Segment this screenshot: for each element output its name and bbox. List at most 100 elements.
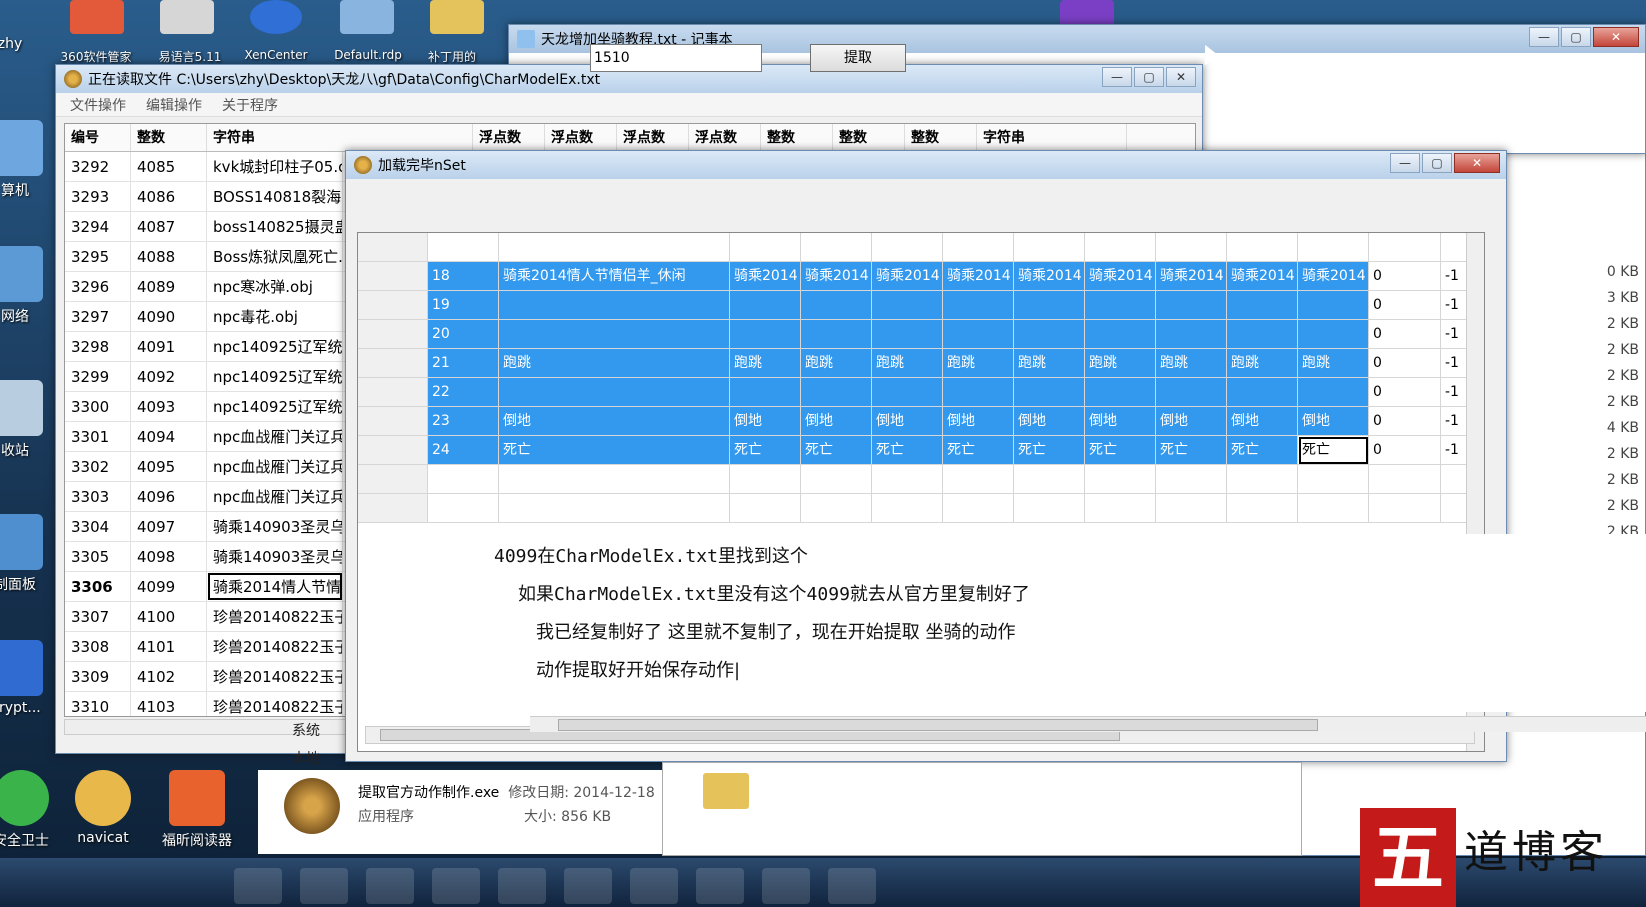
cell-action[interactable] [1085,378,1156,407]
cell-action[interactable]: 倒地 [943,407,1014,436]
taskbar-app-icon[interactable] [234,868,282,904]
cell-action[interactable]: 骑乘2014 [872,262,943,291]
cell-action[interactable]: 死亡 [1298,436,1369,465]
cell-index[interactable]: 23 [428,407,499,436]
taskbar-app-icon[interactable] [498,868,546,904]
minimize-button[interactable]: — [1390,153,1420,173]
action-row[interactable]: 24 死亡 死亡 死亡 死亡 死亡 死亡 死亡 死亡 死亡 死亡 0 -1 [358,436,1484,465]
cell-action-name[interactable]: 跑跳 [499,349,730,378]
cell-action[interactable] [943,378,1014,407]
cell-action[interactable] [1156,378,1227,407]
cell-string[interactable]: 骑乘140903圣灵乌骓 [207,542,343,571]
cell-id[interactable]: 3295 [65,242,131,271]
cell-id[interactable]: 3302 [65,452,131,481]
cell-string[interactable]: npc毒花.obj [207,302,343,331]
desktop-label-xencenter[interactable]: XenCenter [234,48,318,62]
cell-action[interactable] [801,320,872,349]
cell-action[interactable]: 跑跳 [943,349,1014,378]
cell-action[interactable]: 倒地 [1014,407,1085,436]
cell-action[interactable] [801,291,872,320]
cell-string[interactable]: boss140825摄灵蛊 [207,212,343,241]
cell-id[interactable]: 3309 [65,662,131,691]
cell-string[interactable]: 珍兽20140822玉子金 [207,662,343,691]
menu-file[interactable]: 文件操作 [70,95,126,115]
taskbar-app-icon[interactable] [564,868,612,904]
cell-action[interactable] [872,291,943,320]
cell-id[interactable]: 3299 [65,362,131,391]
cell-action[interactable]: 倒地 [730,407,801,436]
action-row[interactable]: 22 0 -1 [358,378,1484,407]
cell-action[interactable]: 倒地 [1298,407,1369,436]
cell-action[interactable]: 跑跳 [1298,349,1369,378]
nav-item-system[interactable]: 系统 [292,720,320,740]
horizontal-scrollbar[interactable] [64,719,374,735]
cell-action[interactable]: 死亡 [1156,436,1227,465]
cell-action[interactable]: 倒地 [1085,407,1156,436]
cell-action-name[interactable] [499,378,730,407]
cell-int[interactable]: 4093 [131,392,207,421]
minimize-button[interactable]: — [1102,67,1132,87]
foxit-reader-shortcut[interactable]: 福昕阅读器 [152,770,242,850]
cell-int[interactable]: 4097 [131,512,207,541]
cell-int[interactable]: 4096 [131,482,207,511]
cell-id[interactable]: 3303 [65,482,131,511]
cell-id[interactable]: 3307 [65,602,131,631]
cell-action[interactable] [872,378,943,407]
cell-string[interactable]: 珍兽20140822玉子金 [207,632,343,661]
cell-action[interactable] [1227,378,1298,407]
cell-string[interactable]: Boss炼狱凤凰死亡.o [207,242,343,271]
cell-string[interactable]: 骑乘2014情人节情侣 [207,572,343,601]
maximize-button[interactable]: ▢ [1561,27,1591,47]
cell-action[interactable]: 跑跳 [801,349,872,378]
cell-action[interactable]: 骑乘2014 [1227,262,1298,291]
cell-id[interactable]: 3296 [65,272,131,301]
cell-int[interactable]: 4090 [131,302,207,331]
cell-index[interactable]: 18 [428,262,499,291]
cell-action[interactable] [1298,320,1369,349]
cell-action[interactable] [1014,320,1085,349]
col-header[interactable]: 浮点数 [473,124,545,151]
cell-int[interactable]: 4100 [131,602,207,631]
minimize-button[interactable]: — [1529,27,1559,47]
cell-index[interactable]: 20 [428,320,499,349]
col-header[interactable]: 浮点数 [689,124,761,151]
cell-action[interactable] [730,378,801,407]
cell-int[interactable]: 4094 [131,422,207,451]
nav-item-local[interactable]: 本地 [292,748,320,768]
cell-int[interactable]: 4102 [131,662,207,691]
menu-edit[interactable]: 编辑操作 [146,95,202,115]
cell-action[interactable]: 骑乘2014 [1014,262,1085,291]
cell-action[interactable] [1298,291,1369,320]
cell-action-name[interactable] [499,320,730,349]
cell-index[interactable]: 22 [428,378,499,407]
cell-action[interactable]: 骑乘2014 [1156,262,1227,291]
cell-id[interactable]: 3305 [65,542,131,571]
cell-action[interactable]: 跑跳 [1156,349,1227,378]
cell-string[interactable]: 珍兽20140822玉子金 [207,692,343,716]
desktop-label-easylang[interactable]: 易语言5.11 [148,48,232,65]
col-header[interactable]: 整数 [905,124,977,151]
computer-shortcut[interactable]: 算机 [0,120,60,200]
cell-action[interactable] [943,291,1014,320]
cell-id[interactable]: 3304 [65,512,131,541]
crypt-shortcut[interactable]: Crypt... [0,640,60,716]
cell-action[interactable]: 骑乘2014 [801,262,872,291]
cell-action[interactable]: 死亡 [801,436,872,465]
cell-action[interactable]: 跑跳 [1014,349,1085,378]
cell-string[interactable]: npc血战雁门关辽兵.c [207,422,343,451]
cell-action[interactable] [1227,320,1298,349]
cell-action[interactable]: 骑乘2014 [1298,262,1369,291]
app-360-icon[interactable] [70,0,124,34]
desktop-label-user[interactable]: zhy [0,36,40,52]
xencenter-icon[interactable] [250,0,302,34]
cell-string[interactable]: npc血战雁门关辽兵a [207,452,343,481]
cell-int[interactable]: 4085 [131,152,207,181]
control-panel-shortcut[interactable]: 制面板 [0,514,60,594]
maximize-button[interactable]: ▢ [1422,153,1452,173]
action-row[interactable]: 21 跑跳 跑跳 跑跳 跑跳 跑跳 跑跳 跑跳 跑跳 跑跳 跑跳 0 -1 [358,349,1484,378]
cell-id[interactable]: 3301 [65,422,131,451]
cell-string[interactable]: npc血战雁门关辽兵b [207,482,343,511]
folder-icon[interactable] [430,0,484,34]
cell-action[interactable]: 跑跳 [872,349,943,378]
cell-string[interactable]: npc140925辽军统帅 [207,362,343,391]
